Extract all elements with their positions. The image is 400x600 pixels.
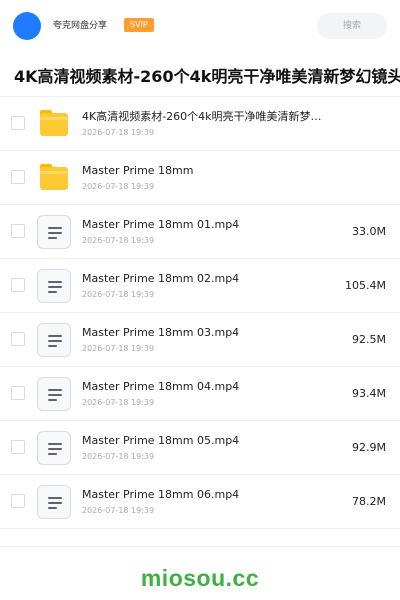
search-button[interactable]: 搜索 [317,13,387,39]
file-date: 2026-07-18 19:39 [82,452,155,461]
list-item[interactable]: Master Prime 18mm 03.mp4 2026-07-18 19:3… [0,313,400,367]
file-date: 2026-07-18 19:39 [82,344,155,353]
list-item[interactable]: Master Prime 18mm 04.mp4 2026-07-18 19:3… [0,367,400,421]
file-date: 2026-07-18 19:39 [82,398,155,407]
watermark: miosou.cc [140,565,260,591]
row-checkbox[interactable] [11,440,25,454]
video-file-icon [36,376,72,412]
file-name: Master Prime 18mm 04.mp4 [82,380,240,393]
video-file-icon [36,322,72,358]
list-item[interactable]: Master Prime 18mm 02.mp4 2026-07-18 19:3… [0,259,400,313]
file-name: Master Prime 18mm 01.mp4 [82,218,240,231]
video-file-icon [36,268,72,304]
file-name: Master Prime 18mm 03.mp4 [82,326,240,339]
share-header: 夸克网盘分享 SVIP 搜索 [0,0,400,54]
video-file-icon [36,430,72,466]
file-date: 2026-07-18 19:39 [82,182,155,191]
page-title: 4K高清视频素材-260个4k明亮干净唯美清新梦幻镜头光晕光 [14,67,400,86]
file-date: 2026-07-18 19:39 [82,290,155,299]
file-name: Master Prime 18mm 02.mp4 [82,272,240,285]
file-name: Master Prime 18mm 06.mp4 [82,488,240,501]
row-checkbox[interactable] [11,494,25,508]
folder-icon [36,160,72,196]
file-name: Master Prime 18mm 05.mp4 [82,434,240,447]
video-file-icon [36,214,72,250]
file-date: 2026-07-18 19:39 [82,128,155,137]
avatar[interactable] [13,12,41,40]
svip-badge: SVIP [124,18,154,32]
folder-icon [36,106,72,142]
file-date: 2026-07-18 19:39 [82,236,155,245]
row-checkbox[interactable] [11,332,25,346]
file-name: Master Prime 18mm [82,164,194,177]
share-name: 夸克网盘分享 [53,21,108,31]
file-name: 4K高清视频素材-260个4k明亮干净唯美清新梦幻… [82,110,332,123]
list-item[interactable]: 4K高清视频素材-260个4k明亮干净唯美清新梦幻… 2026-07-18 19… [0,97,400,151]
list-item[interactable]: Master Prime 18mm 2026-07-18 19:39 [0,151,400,205]
file-size: 93.4M [352,387,386,400]
file-size: 105.4M [345,279,386,292]
file-size: 33.0M [352,225,386,238]
row-checkbox[interactable] [11,116,25,130]
file-size: 92.5M [352,333,386,346]
divider [0,546,400,547]
list-item[interactable]: Master Prime 18mm 06.mp4 2026-07-18 19:3… [0,475,400,529]
row-checkbox[interactable] [11,170,25,184]
row-checkbox[interactable] [11,224,25,238]
file-size: 78.2M [352,495,386,508]
list-item[interactable]: Master Prime 18mm 05.mp4 2026-07-18 19:3… [0,421,400,475]
row-checkbox[interactable] [11,278,25,292]
row-checkbox[interactable] [11,386,25,400]
file-date: 2026-07-18 19:39 [82,506,155,515]
list-item[interactable]: Master Prime 18mm 01.mp4 2026-07-18 19:3… [0,205,400,259]
file-size: 92.9M [352,441,386,454]
video-file-icon [36,484,72,520]
